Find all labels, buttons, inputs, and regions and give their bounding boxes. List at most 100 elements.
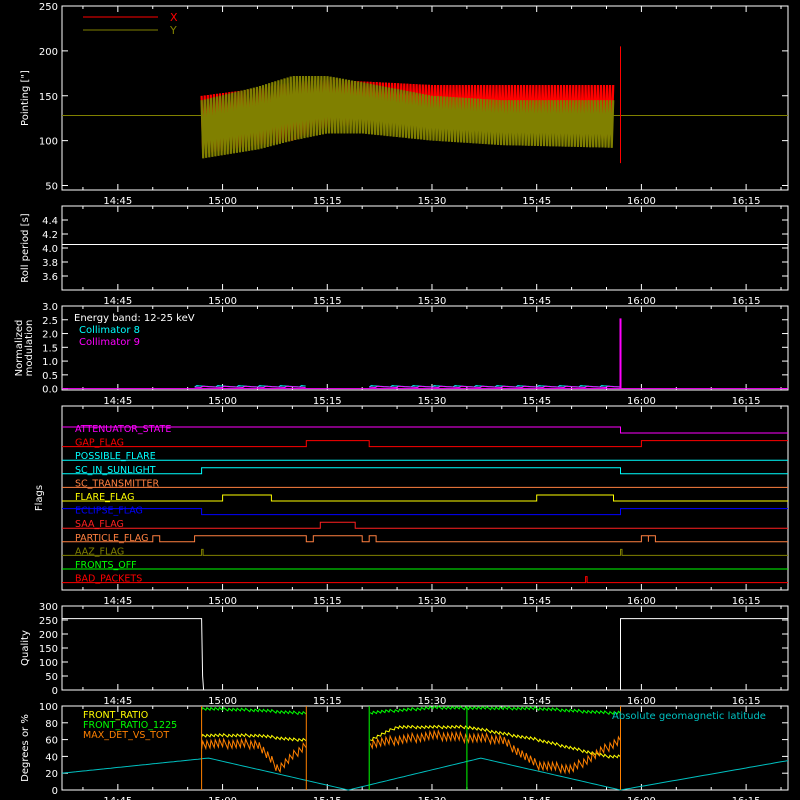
flag-label-attenuator-state: ATTENUATOR_STATE — [75, 424, 171, 435]
y-axis-label: Roll period [s] — [20, 213, 31, 282]
y-tick-label: 4.4 — [42, 216, 58, 227]
geomagnetic-latitude-annotation: Absolute geomagnetic latitude — [612, 711, 766, 722]
x-tick-label: 15:00 — [208, 796, 237, 800]
x-tick-label: 14:45 — [103, 796, 132, 800]
y-axis-label: Pointing ["] — [20, 70, 31, 126]
y-tick-label: 3.8 — [42, 258, 58, 269]
legend-label-Collimator-9: Collimator 9 — [79, 337, 140, 348]
x-tick-label: 15:45 — [522, 796, 551, 800]
x-tick-label: 15:15 — [313, 296, 342, 307]
series-front-ratio-1225 — [369, 705, 621, 716]
y-tick-label: 80 — [45, 719, 58, 730]
x-tick-label: 15:30 — [418, 696, 447, 707]
y-tick-label: 0.0 — [42, 385, 58, 396]
flag-trace-gap-flag — [62, 440, 788, 448]
x-tick-label: 15:00 — [208, 696, 237, 707]
x-tick-label: 16:15 — [732, 696, 761, 707]
series-front-ratio-1225 — [201, 706, 307, 716]
x-tick-label: 14:45 — [103, 396, 132, 407]
series-geomagnetic-latitude — [61, 757, 789, 791]
x-tick-label: 15:15 — [313, 696, 342, 707]
y-tick-label: 0 — [52, 686, 58, 697]
x-tick-label: 16:00 — [627, 196, 656, 207]
flag-trace-sc-in-sunlight — [62, 467, 788, 475]
panel-frame-1 — [61, 205, 789, 291]
y-tick-label: 50 — [45, 672, 58, 683]
x-tick-label: 14:45 — [103, 196, 132, 207]
y-axis-label: Degrees or % — [20, 714, 31, 782]
y-tick-label: 4.0 — [42, 244, 58, 255]
x-tick-label: 16:15 — [732, 796, 761, 800]
y-tick-label: 250 — [39, 616, 58, 627]
x-tick-label: 15:00 — [208, 596, 237, 607]
legend-label-Y: Y — [169, 24, 177, 37]
x-tick-label: 16:00 — [627, 396, 656, 407]
chart-svg: 14:45 15:00 15:15 15:30 15:45 16:00 16:15 50 100… — [14, 2, 789, 800]
flag-trace-bad-packets — [62, 576, 788, 584]
y-axis-label: Flags — [34, 485, 45, 511]
x-tick-label: 16:00 — [627, 796, 656, 800]
x-tick-label: 15:00 — [208, 296, 237, 307]
legend-label-Collimator-8: Collimator 8 — [79, 325, 140, 336]
x-tick-label: 16:15 — [732, 396, 761, 407]
flag-trace-particle-flag — [62, 535, 788, 543]
x-tick-label: 15:15 — [313, 396, 342, 407]
flag-trace-flare-flag — [62, 494, 788, 502]
y-tick-label: 3.0 — [42, 302, 58, 313]
x-tick-label: 16:00 — [627, 296, 656, 307]
x-tick-label: 15:00 — [208, 396, 237, 407]
x-tick-label: 14:45 — [103, 696, 132, 707]
quality-line — [62, 618, 788, 691]
x-tick-label: 15:15 — [313, 596, 342, 607]
chart-stage: 14:45 15:00 15:15 15:30 15:45 16:00 16:15 50 100… — [0, 0, 800, 800]
x-tick-label: 14:45 — [103, 596, 132, 607]
y-axis-label: modulation — [24, 320, 35, 377]
flag-trace-aaz-flag — [62, 548, 788, 556]
legend-label-X: X — [170, 11, 178, 24]
x-tick-label: 15:30 — [418, 796, 447, 800]
y-tick-label: 3.6 — [42, 272, 58, 283]
x-tick-label: 16:15 — [732, 296, 761, 307]
y-tick-label: 0 — [52, 786, 58, 797]
y-axis-label: Quality — [20, 630, 31, 666]
x-tick-label: 15:45 — [522, 396, 551, 407]
flag-label-eclipse-flag: ECLIPSE_FLAG — [75, 506, 143, 517]
series-Collimator-9-segment — [194, 385, 306, 389]
y-tick-label: 100 — [39, 658, 58, 669]
x-tick-label: 16:15 — [732, 196, 761, 207]
x-tick-label: 15:45 — [522, 596, 551, 607]
flag-trace-eclipse-flag — [62, 508, 788, 516]
y-tick-label: 250 — [39, 2, 58, 13]
x-tick-label: 15:45 — [522, 296, 551, 307]
y-tick-label: 2.0 — [42, 330, 58, 341]
series-front-ratio — [201, 732, 307, 742]
y-tick-label: 0.5 — [42, 371, 58, 382]
y-tick-label: 1.0 — [42, 357, 58, 368]
y-tick-label: 200 — [39, 47, 58, 58]
x-tick-label: 15:30 — [418, 596, 447, 607]
y-tick-label: 150 — [39, 644, 58, 655]
x-tick-label: 16:00 — [627, 696, 656, 707]
flag-trace-saa-flag — [62, 521, 788, 529]
x-tick-label: 14:45 — [103, 296, 132, 307]
x-tick-label: 15:15 — [313, 796, 342, 800]
x-tick-label: 15:00 — [208, 196, 237, 207]
y-tick-label: 1.5 — [42, 343, 58, 354]
x-tick-label: 15:30 — [418, 396, 447, 407]
legend-label-max-det-vs-tot: MAX_DET_VS_TOT — [83, 730, 169, 741]
y-tick-label: 40 — [45, 752, 58, 763]
x-tick-label: 15:30 — [418, 196, 447, 207]
x-tick-label: 15:30 — [418, 296, 447, 307]
x-tick-label: 15:45 — [522, 196, 551, 207]
y-tick-label: 50 — [45, 182, 58, 193]
y-tick-label: 150 — [39, 92, 58, 103]
y-tick-label: 4.2 — [42, 230, 58, 241]
series-max-det-vs-tot — [201, 737, 307, 774]
energy-band-annotation: Energy band: 12-25 keV — [74, 313, 195, 324]
y-tick-label: 20 — [45, 769, 58, 780]
x-tick-label: 16:00 — [627, 596, 656, 607]
x-tick-label: 15:15 — [313, 196, 342, 207]
y-tick-label: 2.5 — [42, 316, 58, 327]
y-tick-label: 100 — [39, 702, 58, 713]
y-tick-label: 60 — [45, 736, 58, 747]
